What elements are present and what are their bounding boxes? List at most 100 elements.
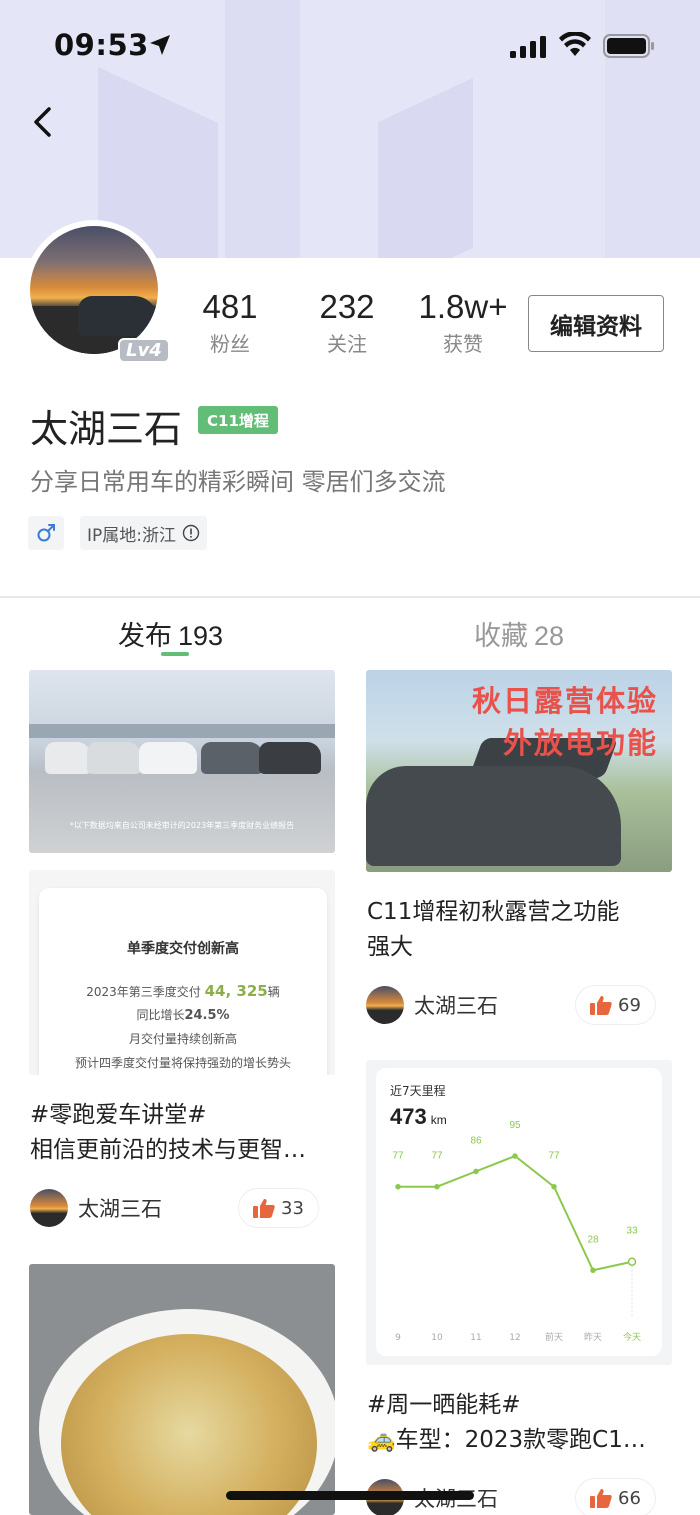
chart-data-label: 95	[509, 1120, 521, 1131]
avatar-image	[30, 226, 158, 354]
post-title[interactable]: #周一晒能耗# 🚕车型：2023款零跑C1…	[367, 1388, 673, 1458]
info-icon	[182, 524, 200, 542]
thumbs-up-icon	[590, 996, 612, 1015]
location-arrow-icon	[150, 35, 170, 55]
stat-following[interactable]: 232 关注	[306, 288, 388, 357]
section-divider	[0, 596, 700, 598]
thumbs-up-icon	[590, 1489, 612, 1508]
author-name: 太湖三石	[414, 994, 498, 1018]
post-image-noodles[interactable]	[29, 1264, 335, 1515]
chart-point	[473, 1168, 479, 1175]
ip-location-tag[interactable]: IP属地:浙江	[80, 516, 207, 550]
like-button[interactable]: 69	[575, 985, 656, 1025]
report-line: 月交付量持续创新高	[128, 1032, 237, 1046]
edit-profile-button[interactable]: 编辑资料	[528, 295, 664, 352]
chart-tick-label: 9	[395, 1333, 401, 1343]
tab-posts[interactable]: 发布 193	[118, 614, 223, 653]
post-image-mileage-chart[interactable]: 近7天里程 473 km 77 9 77 10 86 11 95 12 77 前天 28 昨天 33 今天	[366, 1060, 672, 1365]
chart-tick-label: 今天	[623, 1331, 641, 1343]
stat-value: 481	[202, 288, 258, 325]
image-footnote: *以下数据均来自公司未经审计的2023年第三季度财务业绩报告	[69, 821, 295, 830]
image-overlay-text: 秋日露营体验	[471, 684, 658, 718]
report-line: 预计四季度交付量将保持强劲的增长势头	[74, 1056, 291, 1070]
cellular-signal-icon	[510, 36, 546, 58]
chart-tick-label: 昨天	[584, 1331, 602, 1343]
report-line: 2023年第三季度交付 44, 325辆	[86, 982, 280, 1000]
like-button[interactable]: 33	[238, 1188, 319, 1228]
report-card: 单季度交付创新高 2023年第三季度交付 44, 325辆 同比增长24.5% …	[39, 888, 327, 1075]
car-shape	[201, 742, 263, 774]
male-icon	[37, 524, 55, 542]
tab-count: 28	[534, 621, 565, 651]
stat-value: 1.8w+	[418, 288, 508, 325]
banner-decoration	[225, 0, 300, 258]
gender-tag	[28, 516, 64, 550]
stat-value: 232	[319, 288, 375, 325]
stat-label: 粉丝	[210, 332, 250, 356]
like-count: 66	[618, 1487, 641, 1509]
tab-favorites[interactable]: 收藏 28	[474, 614, 564, 653]
wifi-icon	[559, 32, 591, 56]
chart-point	[395, 1183, 401, 1190]
car-shape	[259, 742, 321, 774]
tab-count: 193	[178, 621, 224, 651]
status-time: 09:53	[54, 28, 149, 62]
chart-card: 近7天里程 473 km 77 9 77 10 86 11 95 12 77 前天 28 昨天 33 今天	[376, 1068, 662, 1356]
post-title[interactable]: #零跑爱车讲堂# 相信更前沿的技术与更智…	[30, 1098, 336, 1168]
post-image-camping[interactable]: 秋日露营体验 外放电功能	[366, 670, 672, 872]
report-heading: 单季度交付创新高	[127, 941, 239, 957]
post-image-cars[interactable]: *以下数据均来自公司未经审计的2023年第三季度财务业绩报告	[29, 670, 335, 853]
post-author[interactable]: 太湖三石	[366, 986, 498, 1024]
like-count: 69	[618, 994, 641, 1016]
mileage-line-chart: 77 9 77 10 86 11 95 12 77 前天 28 昨天 33 今天	[392, 1120, 641, 1343]
tab-label: 发布	[118, 621, 172, 652]
post-author[interactable]: 太湖三石	[30, 1189, 162, 1227]
post-title-line: #周一晒能耗#	[367, 1392, 521, 1418]
avatar	[366, 986, 404, 1024]
car-shape	[139, 742, 197, 774]
chart-data-label: 77	[392, 1151, 404, 1162]
post-title-line: C11增程初秋露营之功能	[367, 899, 620, 925]
chart-data-label: 77	[548, 1151, 560, 1162]
post-title[interactable]: C11增程初秋露营之功能 强大	[367, 895, 673, 965]
stat-label: 获赞	[443, 332, 483, 356]
chart-point	[590, 1267, 596, 1274]
ip-location-text: IP属地:浙江	[87, 525, 176, 546]
post-title-line: 相信更前沿的技术与更智…	[30, 1137, 306, 1163]
post-title-line: 强大	[367, 934, 413, 960]
chart-data-label: 33	[626, 1226, 638, 1237]
chart-tick-label: 10	[431, 1333, 443, 1343]
author-name: 太湖三石	[78, 1197, 162, 1221]
post-title-line: #零跑爱车讲堂#	[30, 1102, 207, 1128]
city-skyline	[29, 724, 335, 738]
banner-decoration	[378, 77, 473, 258]
like-button[interactable]: 66	[575, 1478, 656, 1515]
chevron-left-icon	[34, 107, 51, 137]
car-model-badge[interactable]: C11增程	[198, 406, 278, 434]
stat-likes[interactable]: 1.8w+ 获赞	[410, 288, 516, 357]
chart-data-label: 28	[587, 1234, 599, 1245]
user-name: 太湖三石	[30, 407, 183, 451]
stat-label: 关注	[327, 332, 367, 356]
chart-data-label: 86	[470, 1135, 482, 1146]
image-overlay-text: 外放电功能	[502, 726, 658, 760]
chart-series-line	[398, 1154, 633, 1272]
back-button[interactable]	[22, 100, 62, 144]
chart-tick-label: 前天	[545, 1331, 563, 1343]
report-line: 同比增长24.5%	[136, 1008, 230, 1023]
tab-active-indicator	[161, 652, 189, 656]
avatar-car	[78, 296, 158, 336]
chart-point	[627, 1257, 637, 1266]
chart-point	[434, 1183, 440, 1190]
car-shape	[45, 742, 91, 774]
avatar	[30, 1189, 68, 1227]
chart-tick-label: 12	[509, 1333, 520, 1343]
post-image-report[interactable]: 单季度交付创新高 2023年第三季度交付 44, 325辆 同比增长24.5% …	[29, 870, 335, 1075]
car-shape	[366, 766, 621, 866]
battery-icon	[603, 34, 654, 58]
stat-fans[interactable]: 481 粉丝	[190, 288, 270, 357]
home-indicator[interactable]	[226, 1491, 474, 1500]
user-bio: 分享日常用车的精彩瞬间 零居们多交流	[30, 468, 446, 496]
car-shape	[87, 742, 141, 774]
chart-point	[512, 1153, 518, 1159]
